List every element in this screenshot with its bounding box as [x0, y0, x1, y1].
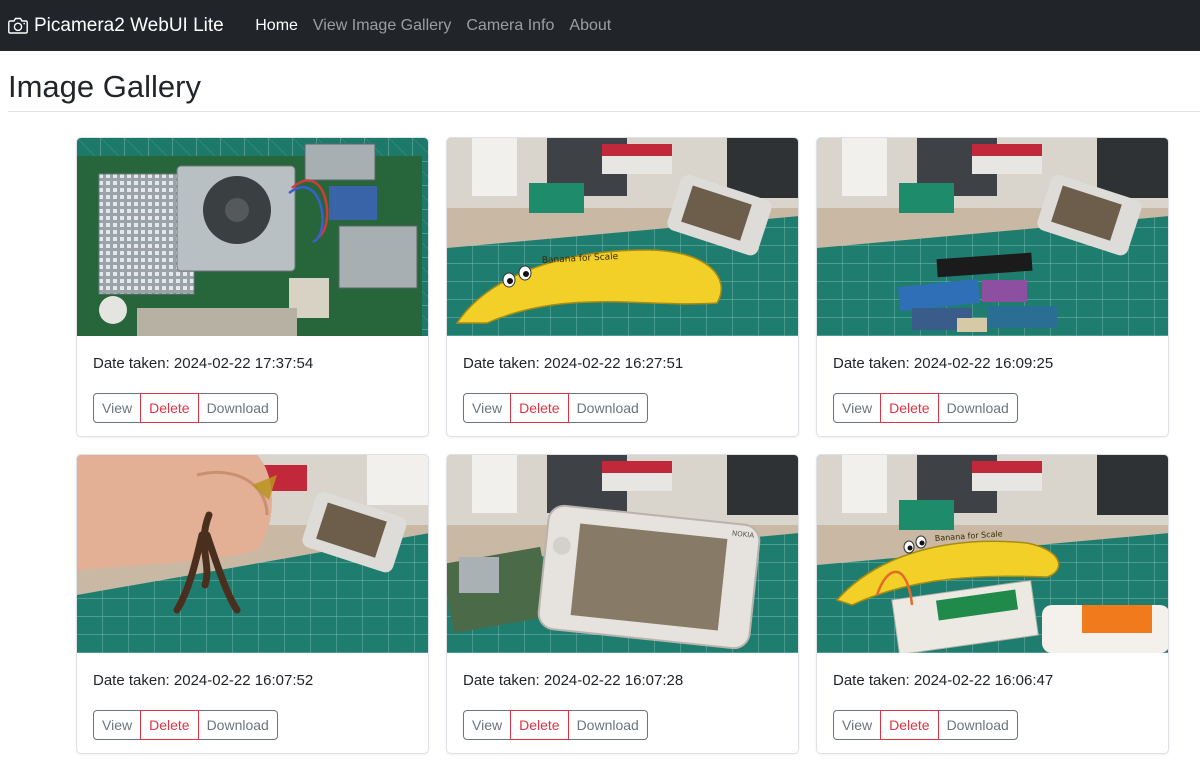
- card-actions: View Delete Download: [463, 393, 648, 423]
- nav-about[interactable]: About: [562, 17, 619, 35]
- card-body: Date taken: 2024-02-22 16:27:51 View Del…: [447, 355, 798, 423]
- nav-links: Home View Image Gallery Camera Info Abou…: [248, 17, 619, 35]
- card-actions: View Delete Download: [93, 710, 278, 740]
- date-taken: Date taken: 2024-02-22 16:07:28: [463, 672, 684, 689]
- image-thumbnail[interactable]: [817, 138, 1169, 336]
- card-actions: View Delete Download: [463, 710, 648, 740]
- download-button[interactable]: Download: [197, 710, 278, 740]
- delete-button[interactable]: Delete: [880, 710, 939, 740]
- gallery-card: Date taken: 2024-02-22 16:07:52 View Del…: [76, 454, 429, 754]
- image-gallery: Date taken: 2024-02-22 17:37:54 View Del…: [76, 137, 1169, 754]
- view-button[interactable]: View: [93, 710, 142, 740]
- download-button[interactable]: Download: [567, 710, 648, 740]
- title-divider: [8, 111, 1200, 112]
- download-button[interactable]: Download: [197, 393, 278, 423]
- image-thumbnail[interactable]: [77, 138, 429, 336]
- date-taken: Date taken: 2024-02-22 16:07:52: [93, 672, 314, 689]
- view-button[interactable]: View: [833, 393, 882, 423]
- view-button[interactable]: View: [463, 710, 512, 740]
- download-button[interactable]: Download: [567, 393, 648, 423]
- gallery-card: Date taken: 2024-02-22 17:37:54 View Del…: [76, 137, 429, 437]
- image-thumbnail[interactable]: NOKIA: [447, 455, 799, 653]
- image-thumbnail[interactable]: [77, 455, 429, 653]
- brand-title: Picamera2 WebUI Lite: [34, 15, 224, 36]
- image-thumbnail[interactable]: Banana for Scale: [817, 455, 1169, 653]
- view-button[interactable]: View: [833, 710, 882, 740]
- delete-button[interactable]: Delete: [510, 710, 569, 740]
- download-button[interactable]: Download: [937, 710, 1018, 740]
- date-taken: Date taken: 2024-02-22 16:09:25: [833, 355, 1054, 372]
- navbar-brand[interactable]: Picamera2 WebUI Lite: [8, 16, 224, 35]
- delete-button[interactable]: Delete: [510, 393, 569, 423]
- page-title: Image Gallery: [8, 69, 201, 104]
- camera-icon: [8, 17, 28, 34]
- download-button[interactable]: Download: [937, 393, 1018, 423]
- card-body: Date taken: 2024-02-22 16:07:28 View Del…: [447, 672, 798, 740]
- card-body: Date taken: 2024-02-22 16:07:52 View Del…: [77, 672, 428, 740]
- date-taken: Date taken: 2024-02-22 16:27:51: [463, 355, 684, 372]
- view-button[interactable]: View: [93, 393, 142, 423]
- nav-home[interactable]: Home: [248, 17, 306, 35]
- nav-camera-info[interactable]: Camera Info: [459, 17, 562, 35]
- gallery-card: Banana for Scale Date taken: 2024-02-22 …: [446, 137, 799, 437]
- nav-gallery[interactable]: View Image Gallery: [305, 17, 458, 35]
- card-actions: View Delete Download: [833, 710, 1018, 740]
- gallery-card: Banana for Scale Date taken: 2024-02-22 …: [816, 454, 1169, 754]
- gallery-card: NOKIA Date taken: 2024-02-22 16:07:28 Vi…: [446, 454, 799, 754]
- delete-button[interactable]: Delete: [140, 710, 199, 740]
- card-body: Date taken: 2024-02-22 16:09:25 View Del…: [817, 355, 1168, 423]
- navbar: Picamera2 WebUI Lite Home View Image Gal…: [0, 0, 1200, 51]
- view-button[interactable]: View: [463, 393, 512, 423]
- delete-button[interactable]: Delete: [880, 393, 939, 423]
- card-actions: View Delete Download: [833, 393, 1018, 423]
- date-taken: Date taken: 2024-02-22 16:06:47: [833, 672, 1054, 689]
- image-thumbnail[interactable]: Banana for Scale: [447, 138, 799, 336]
- gallery-card: Date taken: 2024-02-22 16:09:25 View Del…: [816, 137, 1169, 437]
- card-body: Date taken: 2024-02-22 17:37:54 View Del…: [77, 355, 428, 423]
- card-body: Date taken: 2024-02-22 16:06:47 View Del…: [817, 672, 1168, 740]
- card-actions: View Delete Download: [93, 393, 278, 423]
- date-taken: Date taken: 2024-02-22 17:37:54: [93, 355, 314, 372]
- delete-button[interactable]: Delete: [140, 393, 199, 423]
